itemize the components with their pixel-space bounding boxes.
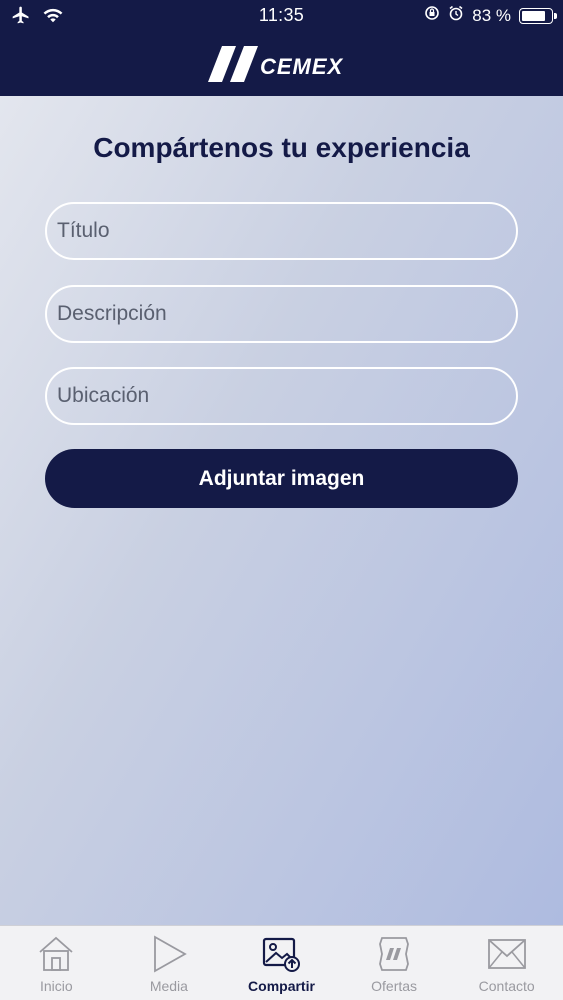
tab-compartir[interactable]: Compartir bbox=[225, 926, 338, 1000]
tab-bar: Inicio Media Compartir Ofertas Contacto bbox=[0, 925, 563, 1000]
alarm-icon bbox=[448, 5, 464, 26]
logo-text: CEMEX bbox=[260, 54, 344, 79]
battery-level-fill bbox=[522, 10, 546, 21]
mail-icon bbox=[487, 939, 526, 969]
app-header: 11:35 83 % CEMEX bbox=[0, 0, 563, 96]
tab-media[interactable]: Media bbox=[113, 926, 226, 1000]
location-field[interactable] bbox=[45, 367, 518, 425]
battery-percent: 83 % bbox=[472, 5, 511, 25]
logo-mark-icon bbox=[208, 46, 258, 82]
description-field[interactable] bbox=[45, 285, 518, 343]
offers-icon bbox=[379, 937, 410, 971]
play-icon bbox=[153, 935, 187, 973]
tab-contacto[interactable]: Contacto bbox=[450, 926, 563, 1000]
orientation-lock-icon bbox=[424, 5, 440, 26]
tab-label: Contacto bbox=[478, 978, 535, 994]
tab-inicio[interactable]: Inicio bbox=[0, 926, 113, 1000]
status-right: 83 % bbox=[424, 5, 557, 26]
image-upload-icon bbox=[263, 937, 301, 972]
home-icon bbox=[39, 936, 73, 971]
tab-label: Media bbox=[149, 978, 188, 994]
tab-label: Inicio bbox=[39, 978, 73, 994]
page-title: Compártenos tu experiencia bbox=[93, 132, 470, 163]
title-field[interactable] bbox=[45, 202, 518, 260]
status-bar: 11:35 83 % bbox=[0, 0, 563, 32]
battery-icon bbox=[519, 7, 557, 24]
share-experience-form: Compártenos tu experiencia Adjuntar imag… bbox=[0, 96, 563, 925]
tab-label: Ofertas bbox=[371, 978, 418, 994]
tab-label: Compartir bbox=[248, 978, 315, 994]
tab-ofertas[interactable]: Ofertas bbox=[338, 926, 451, 1000]
attach-image-button[interactable]: Adjuntar imagen bbox=[45, 449, 518, 508]
cemex-logo: CEMEX bbox=[208, 44, 358, 84]
